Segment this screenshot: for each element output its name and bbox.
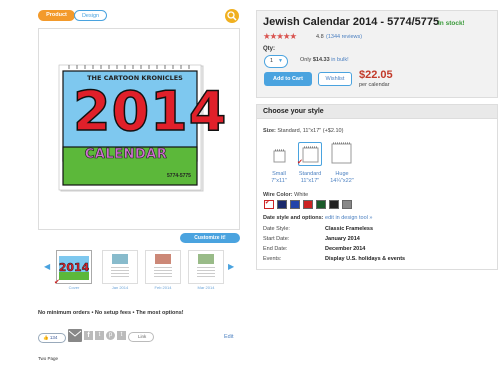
svg-text:2014: 2014 (59, 261, 90, 274)
tagline: No minimum orders • No setup fees • The … (38, 310, 184, 316)
wire-swatch-navy[interactable] (277, 200, 287, 209)
detail-label: Start Date: (263, 236, 290, 242)
detail-value: Display U.S. holidays & events (325, 256, 406, 262)
size-line: Size: Standard, 11"x17" (+$2.10) (263, 128, 344, 134)
wire-selected-check-icon: ✔ (265, 200, 271, 206)
edit-design-tool-link[interactable]: edit in design tool » (325, 215, 372, 221)
wire-swatch-black[interactable] (329, 200, 339, 209)
email-icon[interactable] (68, 329, 82, 342)
add-to-cart-button[interactable]: Add to Cart (264, 72, 312, 86)
qty-value: 1 (270, 58, 274, 64)
wire-swatch-gray[interactable] (342, 200, 352, 209)
qty-label: Qty: (263, 46, 275, 52)
calendar-word-text: CALENDAR (84, 147, 168, 163)
detail-value: January 2014 (325, 236, 360, 242)
rating-stars: ★★★★★ (263, 31, 297, 41)
calendar-year-text: 2014 (72, 80, 228, 143)
size-option-huge[interactable]: Huge 14¼"x22" (322, 171, 362, 185)
bulk-link[interactable]: in bulk! (331, 57, 348, 63)
thumbnail-cover[interactable]: 2014 (56, 250, 92, 284)
price: $22.05 (359, 69, 393, 81)
like-count: 134 (49, 335, 58, 340)
product-preview: THE CARTOON KRONICLES 2014 CALENDAR 5774… (38, 28, 240, 230)
link-button[interactable]: Link (128, 332, 154, 342)
like-button[interactable]: 👍 134 (38, 333, 66, 343)
reviews-link[interactable]: (1344 reviews) (326, 34, 362, 40)
thumbnail-label: Feb 2014 (154, 285, 172, 290)
customize-button[interactable]: Customize it! (180, 233, 240, 243)
detail-label: Events: (263, 256, 282, 262)
carousel-prev-icon[interactable]: ◀ (44, 262, 50, 271)
date-options-line: Date style and options: edit in design t… (263, 215, 373, 221)
thumbnail-label: Cover (68, 285, 80, 290)
size-selected-check-icon: ✔ (297, 159, 303, 166)
thumbnail-feb[interactable] (145, 250, 181, 284)
rating-value: 4.8 (316, 34, 324, 40)
carousel-next-icon[interactable]: ▶ (228, 262, 234, 271)
link-label: Link (138, 334, 147, 339)
wire-swatch-green[interactable] (316, 200, 326, 209)
calendar-code-text: 5774-5775 (167, 173, 191, 179)
thumbnail-label: Jan 2014 (111, 285, 129, 290)
tab-product[interactable]: Product (38, 10, 75, 21)
tumblr-icon[interactable]: t (117, 331, 126, 340)
thumbnail-jan[interactable] (102, 250, 138, 284)
facebook-icon[interactable]: f (84, 331, 93, 340)
chevron-down-icon: ▼ (278, 58, 283, 64)
pinterest-icon[interactable]: p (106, 331, 115, 340)
thumbnail-label: Mar 2014 (197, 285, 215, 290)
qty-select[interactable]: 1 ▼ (264, 55, 288, 68)
wire-swatch-red[interactable] (303, 200, 313, 209)
edit-link[interactable]: Edit (224, 334, 233, 340)
zoom-icon[interactable] (225, 9, 239, 23)
style-heading: Choose your style (263, 108, 324, 115)
detail-value: December 2014 (325, 246, 366, 252)
detail-label: Date Style: (263, 226, 290, 232)
tab-design[interactable]: Design (74, 10, 107, 21)
thumbnail-mar[interactable] (188, 250, 224, 284)
wishlist-button[interactable]: Wishlist (318, 72, 352, 86)
price-unit: per calendar (359, 82, 390, 88)
detail-label: End Date: (263, 246, 288, 252)
detail-value: Classic Frameless (325, 226, 374, 232)
footer-text: Two Page (38, 356, 59, 361)
size-option-huge-icon[interactable] (330, 140, 354, 166)
twitter-icon[interactable]: t (95, 331, 104, 340)
bulk-text: Only $14.33 in bulk! (300, 57, 349, 63)
wire-color-line: Wire Color: White (263, 192, 309, 198)
product-title: Jewish Calendar 2014 - 5774/5775 (263, 16, 440, 28)
size-option-small-icon[interactable] (270, 147, 288, 165)
wire-swatch-blue[interactable] (290, 200, 300, 209)
stock-status: In stock! (438, 20, 465, 27)
